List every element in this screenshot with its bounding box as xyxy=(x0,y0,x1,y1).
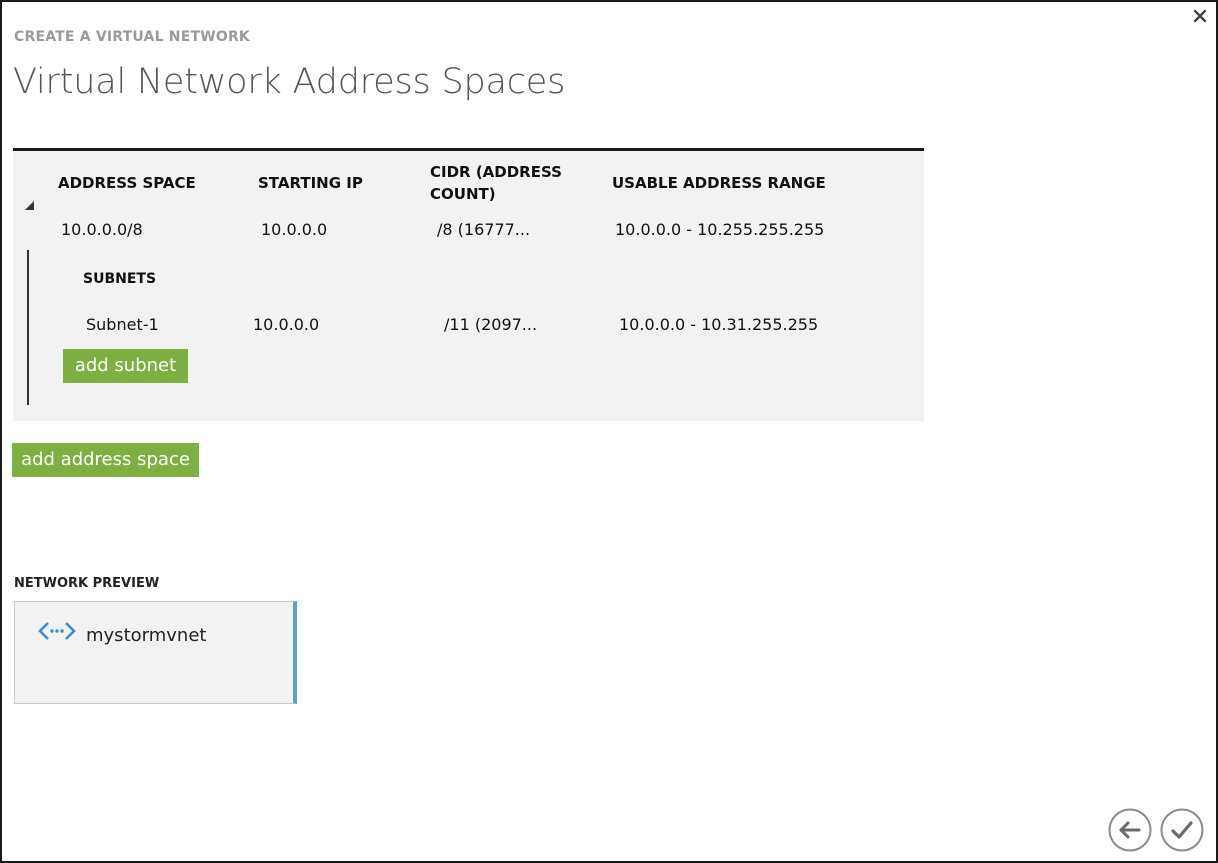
column-header-usable-range: USABLE ADDRESS RANGE xyxy=(612,174,826,192)
address-space-usable-range: 10.0.0.0 - 10.255.255.255 xyxy=(615,220,825,239)
back-arrow-icon[interactable] xyxy=(1108,808,1152,852)
collapse-triangle-icon[interactable] xyxy=(25,201,34,210)
virtual-network-icon xyxy=(37,620,77,642)
address-space-starting-ip[interactable]: 10.0.0.0 xyxy=(261,220,327,240)
wizard-step-label: CREATE A VIRTUAL NETWORK xyxy=(14,29,250,45)
add-address-space-button[interactable]: add address space xyxy=(12,443,199,477)
page-title: Virtual Network Address Spaces xyxy=(13,62,566,102)
address-space-panel: ADDRESS SPACE STARTING IP CIDR (ADDRESS … xyxy=(13,148,924,421)
subnet-group-rail xyxy=(27,250,29,405)
column-header-address-space: ADDRESS SPACE xyxy=(58,174,196,192)
checkmark-icon[interactable] xyxy=(1160,808,1204,852)
close-icon[interactable] xyxy=(1192,8,1208,24)
subnet-name[interactable]: Subnet-1 xyxy=(86,315,159,335)
network-preview-label: NETWORK PREVIEW xyxy=(14,576,160,591)
column-header-cidr: CIDR (ADDRESS COUNT) xyxy=(430,163,562,203)
subnets-heading: SUBNETS xyxy=(83,271,157,287)
column-header-starting-ip: STARTING IP xyxy=(258,174,363,192)
subnet-cidr[interactable]: /11 (2097... xyxy=(444,315,537,335)
dialog-window: CREATE A VIRTUAL NETWORK Virtual Network… xyxy=(0,0,1218,863)
subnet-usable-range: 10.0.0.0 - 10.31.255.255 xyxy=(619,315,819,334)
add-subnet-button[interactable]: add subnet xyxy=(63,349,188,383)
address-space-value[interactable]: 10.0.0.0/8 xyxy=(61,220,143,240)
network-name: mystormvnet xyxy=(86,625,207,646)
network-preview-tile: mystormvnet xyxy=(14,601,297,704)
subnet-starting-ip[interactable]: 10.0.0.0 xyxy=(253,315,319,335)
address-space-cidr[interactable]: /8 (16777... xyxy=(437,220,530,240)
